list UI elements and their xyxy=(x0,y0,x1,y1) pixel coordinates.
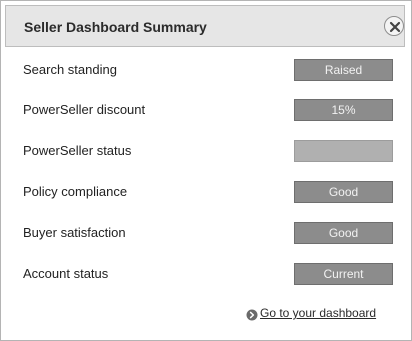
powerseller-status-value xyxy=(294,140,393,162)
arrow-right-circle-icon xyxy=(246,309,258,321)
go-to-dashboard-label[interactable]: Go to your dashboard xyxy=(260,306,376,320)
row-policy-compliance: Policy compliance Good xyxy=(23,181,393,203)
close-icon xyxy=(389,21,401,33)
row-buyer-satisfaction: Buyer satisfaction Good xyxy=(23,222,393,244)
policy-compliance-label: Policy compliance xyxy=(23,184,128,199)
row-search-standing: Search standing Raised xyxy=(23,59,393,81)
policy-compliance-value: Good xyxy=(294,181,393,203)
powerseller-discount-label: PowerSeller discount xyxy=(23,102,146,117)
account-status-label: Account status xyxy=(23,266,109,281)
row-powerseller-discount: PowerSeller discount 15% xyxy=(23,99,393,121)
panel-title: Seller Dashboard Summary xyxy=(24,19,207,35)
powerseller-status-label: PowerSeller status xyxy=(23,143,132,158)
close-button[interactable] xyxy=(384,16,404,36)
buyer-satisfaction-label: Buyer satisfaction xyxy=(23,225,126,240)
account-status-value: Current xyxy=(294,263,393,285)
buyer-satisfaction-value: Good xyxy=(294,222,393,244)
row-powerseller-status: PowerSeller status xyxy=(23,140,393,162)
search-standing-label: Search standing xyxy=(23,62,117,77)
seller-dashboard-summary-panel: Seller Dashboard Summary Search standing… xyxy=(0,0,412,341)
search-standing-value: Raised xyxy=(294,59,393,81)
panel-header: Seller Dashboard Summary xyxy=(5,5,405,47)
powerseller-discount-value: 15% xyxy=(294,99,393,121)
row-account-status: Account status Current xyxy=(23,263,393,285)
